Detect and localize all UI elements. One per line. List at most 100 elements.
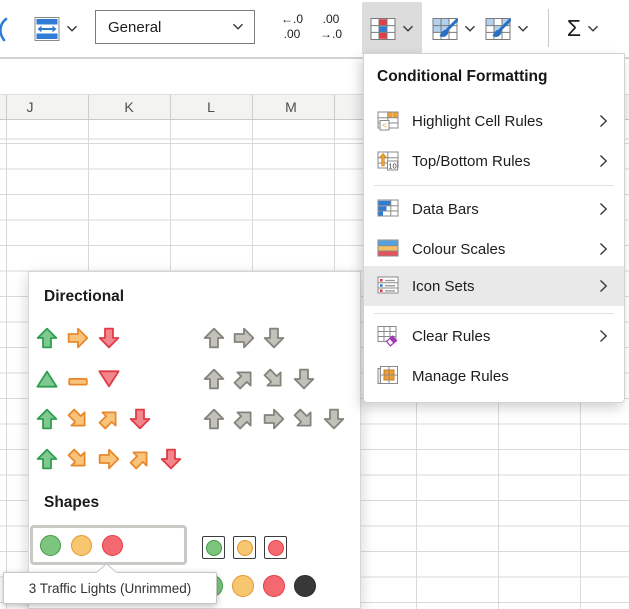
column-header-m[interactable]: M <box>271 99 311 115</box>
arrow-up-right-grey-icon <box>233 408 255 430</box>
svg-text:10: 10 <box>388 161 396 170</box>
colour-scales-icon <box>377 238 399 260</box>
increase-decimal-button[interactable]: ←.0.00 <box>270 12 314 42</box>
top-bottom-rules-icon: 10 <box>377 150 399 172</box>
menu-item-label: Highlight Cell Rules <box>412 113 599 130</box>
cell-styles-button[interactable] <box>481 2 533 55</box>
arrow-down-red-icon <box>129 408 151 430</box>
arrow-down-right-grey-icon <box>263 368 285 390</box>
icon-set-4-arrows-coloured[interactable] <box>36 408 151 430</box>
arrow-right-orange-icon <box>67 327 89 349</box>
conditional-formatting-icon <box>370 16 396 42</box>
arrow-right-grey-icon <box>233 327 255 349</box>
manage-rules-icon <box>377 365 399 387</box>
arrow-down-right-grey-icon <box>293 408 315 430</box>
rimmed-circle-red-icon <box>264 536 287 559</box>
icon-sets-submenu: Directional <box>28 271 361 609</box>
chevron-down-icon <box>464 25 476 33</box>
menu-item-label: Manage Rules <box>412 368 608 385</box>
decrease-decimal-bottom: →.0 <box>320 27 342 41</box>
menu-item-label: Data Bars <box>412 201 599 218</box>
circle-black-icon <box>294 575 316 597</box>
icon-sets-icon <box>377 275 399 297</box>
menu-title: Conditional Formatting <box>377 68 547 86</box>
icon-set-5-arrows-coloured[interactable] <box>36 448 182 470</box>
icon-set-3-arrows-grey[interactable] <box>203 327 285 349</box>
autosum-button[interactable]: Σ <box>557 2 609 55</box>
arrow-up-green-icon <box>36 327 58 349</box>
column-header-k[interactable]: K <box>109 99 149 115</box>
menu-item-highlight-cell-rules[interactable]: < Highlight Cell Rules <box>364 101 624 141</box>
icon-set-3-traffic-lights-unrimmed[interactable] <box>30 525 187 565</box>
menu-item-icon-sets[interactable]: Icon Sets <box>364 266 624 306</box>
arrow-down-red-icon <box>160 448 182 470</box>
chevron-down-icon <box>66 25 78 33</box>
icon-set-5-arrows-grey[interactable] <box>203 408 345 430</box>
menu-item-manage-rules[interactable]: Manage Rules <box>364 356 624 396</box>
data-bars-icon <box>377 198 399 220</box>
directional-section-title: Directional <box>44 288 124 306</box>
tooltip: 3 Traffic Lights (Unrimmed) <box>3 572 217 604</box>
arrow-up-grey-icon <box>203 327 225 349</box>
tooltip-text: 3 Traffic Lights (Unrimmed) <box>29 581 192 596</box>
cell-styles-icon <box>485 16 511 42</box>
column-header-l[interactable]: L <box>191 99 231 115</box>
chevron-right-icon <box>599 242 608 256</box>
menu-item-clear-rules[interactable]: Clear Rules <box>364 316 624 356</box>
menu-separator <box>374 185 614 186</box>
menu-item-data-bars[interactable]: Data Bars <box>364 189 624 229</box>
conditional-formatting-button[interactable] <box>362 2 422 55</box>
decrease-decimal-top: .00 <box>323 12 340 26</box>
icon-set-3-arrows-coloured[interactable] <box>36 327 120 349</box>
circle-orange-icon <box>71 535 92 556</box>
icon-set-3-traffic-lights-rimmed[interactable] <box>202 536 287 559</box>
conditional-formatting-menu: Conditional Formatting < Highlight Cell … <box>363 53 625 403</box>
toolbar-separator <box>548 9 549 47</box>
merge-center-icon <box>34 16 60 42</box>
rimmed-circle-green-icon <box>202 536 225 559</box>
dash-orange-icon <box>67 368 89 390</box>
arrow-right-orange-icon <box>98 448 120 470</box>
arrow-down-grey-icon <box>263 327 285 349</box>
number-format-select[interactable]: General <box>95 10 255 44</box>
column-header-j[interactable]: J <box>10 99 50 115</box>
highlight-cell-rules-icon: < <box>377 110 399 132</box>
clear-rules-icon <box>377 325 399 347</box>
circle-red-icon <box>263 575 285 597</box>
triangle-down-red-icon <box>98 368 120 390</box>
arrow-down-right-orange-icon <box>67 448 89 470</box>
clipped-toolbar-icon <box>0 17 9 43</box>
decrease-decimal-button[interactable]: .00→.0 <box>310 12 352 42</box>
chevron-right-icon <box>599 202 608 216</box>
increase-decimal-bottom: .00 <box>284 27 301 41</box>
icon-set-4-arrows-grey[interactable] <box>203 368 315 390</box>
arrow-up-green-icon <box>36 408 58 430</box>
rimmed-circle-orange-icon <box>233 536 256 559</box>
menu-item-label: Colour Scales <box>412 241 599 258</box>
spreadsheet-app: J K L M General <box>0 0 629 609</box>
chevron-right-icon <box>599 154 608 168</box>
arrow-up-right-grey-icon <box>233 368 255 390</box>
arrow-up-grey-icon <box>203 408 225 430</box>
menu-item-top-bottom-rules[interactable]: 10 Top/Bottom Rules <box>364 141 624 181</box>
icon-set-4-traffic-lights[interactable] <box>201 575 316 597</box>
format-as-table-button[interactable] <box>428 2 480 55</box>
arrow-down-right-orange-icon <box>67 408 89 430</box>
chevron-right-icon <box>599 279 608 293</box>
shapes-section-title: Shapes <box>44 494 99 512</box>
arrow-down-red-icon <box>98 327 120 349</box>
circle-green-icon <box>40 535 61 556</box>
menu-separator <box>374 313 614 314</box>
menu-item-colour-scales[interactable]: Colour Scales <box>364 229 624 269</box>
circle-red-icon <box>102 535 123 556</box>
merge-center-button[interactable] <box>30 2 82 55</box>
icon-set-3-triangles[interactable] <box>36 368 120 390</box>
number-format-value: General <box>96 19 232 36</box>
increase-decimal-top: ←.0 <box>281 12 303 26</box>
chevron-down-icon <box>232 23 254 31</box>
chevron-down-icon <box>517 25 529 33</box>
triangle-up-green-icon <box>36 368 58 390</box>
menu-item-label: Top/Bottom Rules <box>412 153 599 170</box>
menu-item-label: Icon Sets <box>412 278 599 295</box>
ribbon-toolbar: General ←.0.00 .00→.0 <box>0 0 629 59</box>
